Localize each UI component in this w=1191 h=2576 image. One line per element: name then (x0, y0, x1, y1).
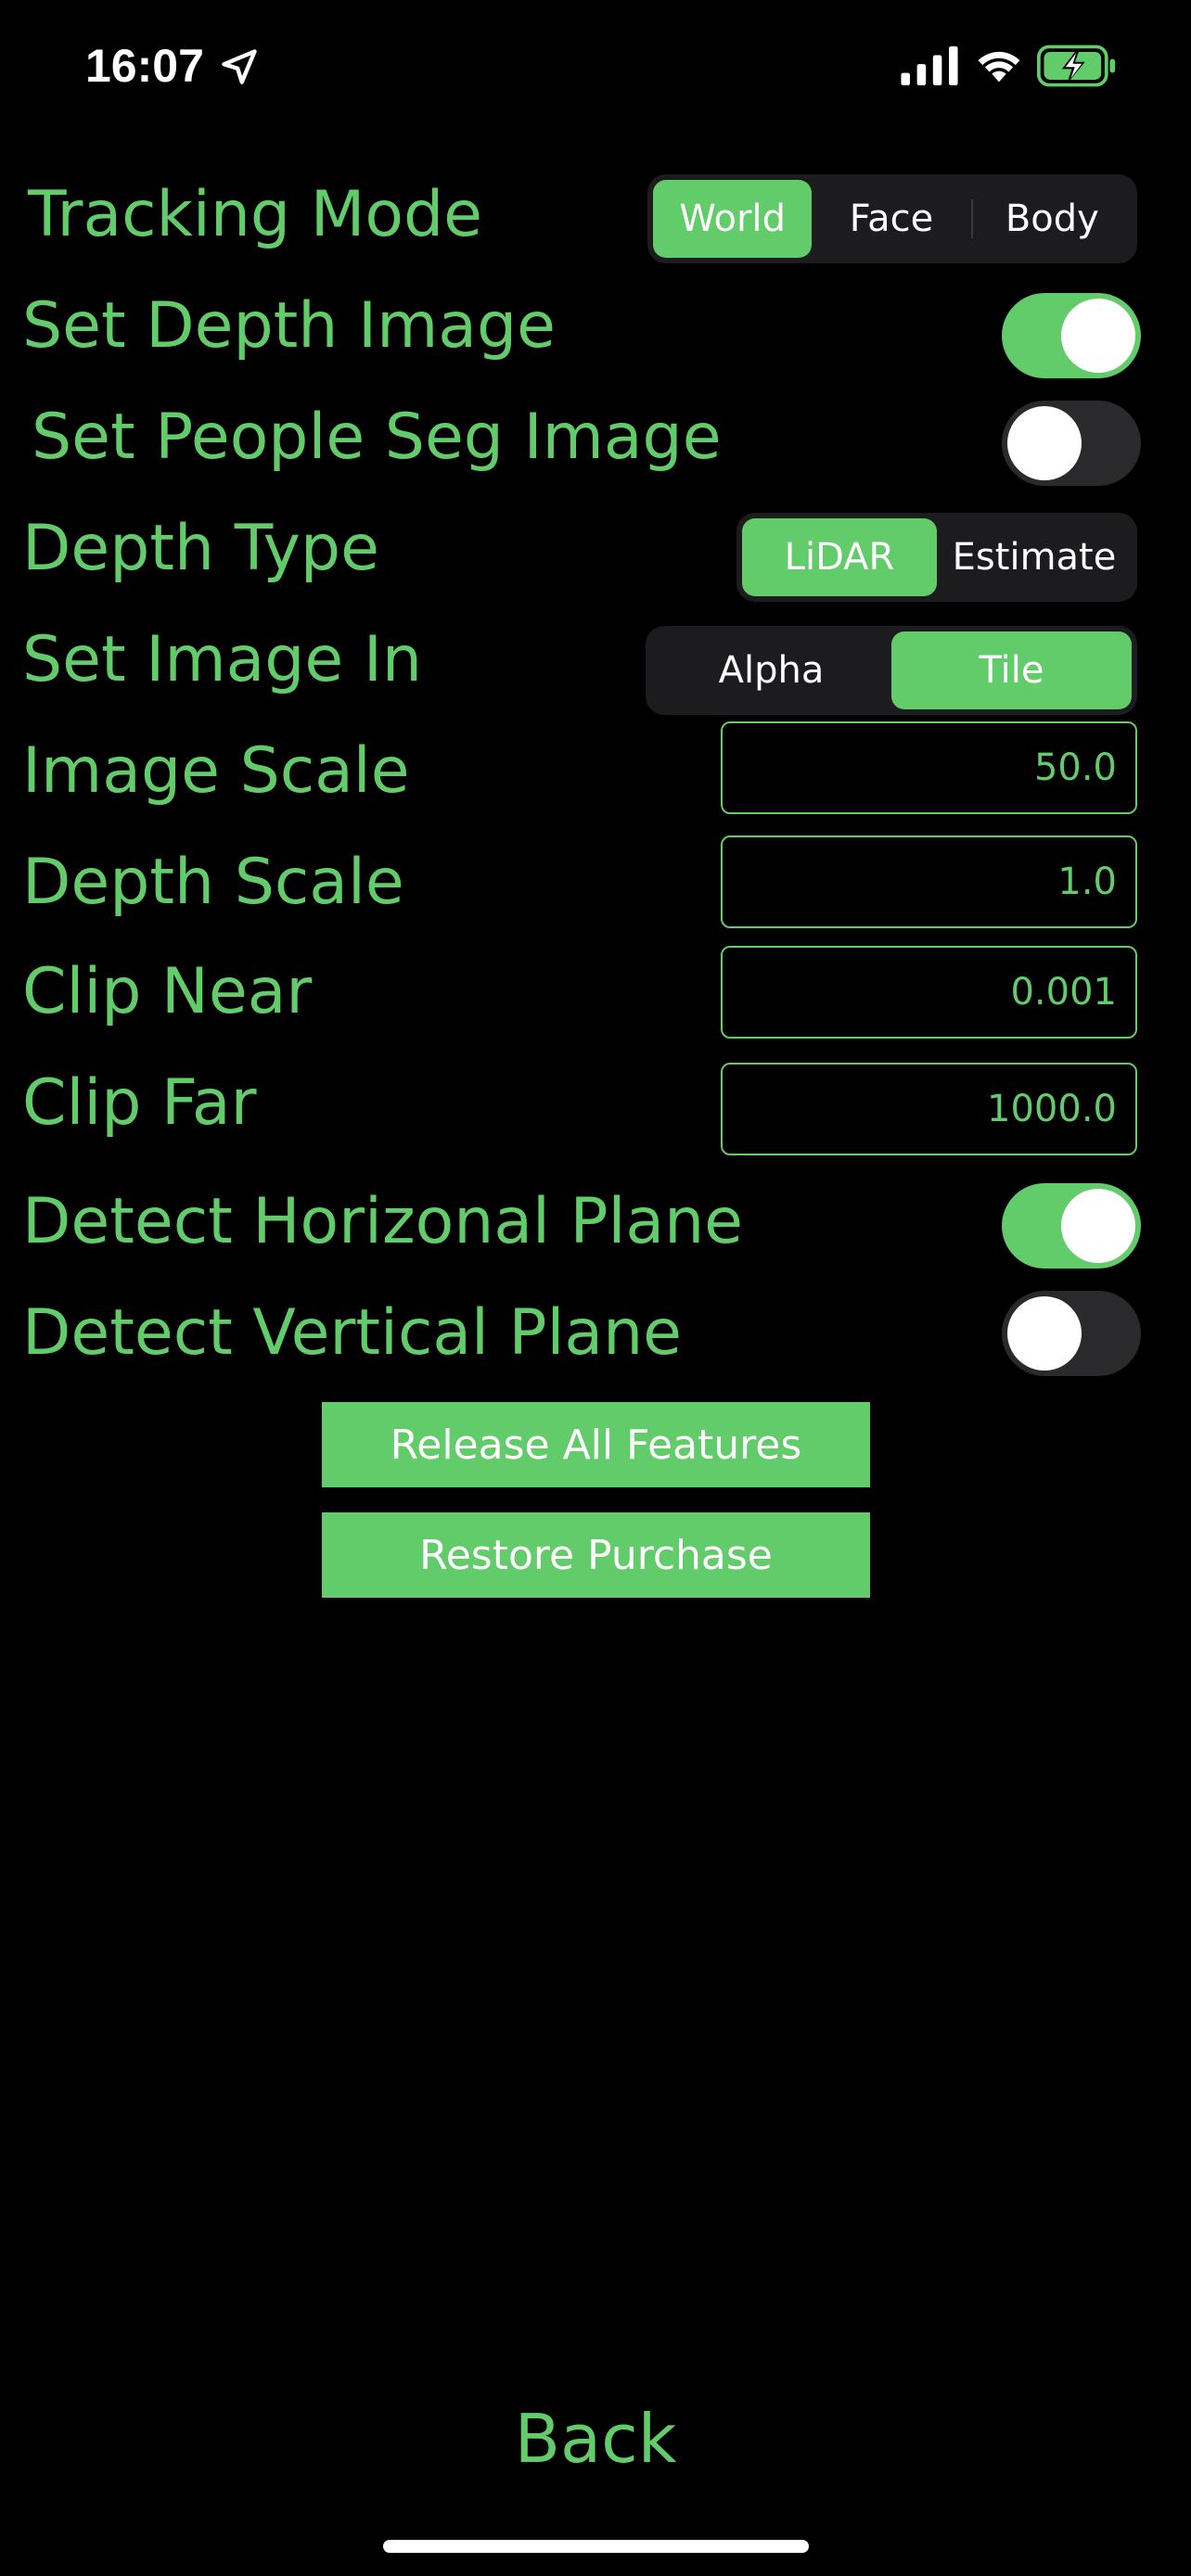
detect-vertical-plane-toggle[interactable] (1002, 1291, 1141, 1376)
set-people-seg-image-label: Set People Seg Image (32, 401, 722, 474)
detect-vertical-plane-label: Detect Vertical Plane (22, 1296, 683, 1370)
set-people-seg-image-toggle[interactable] (1002, 401, 1141, 486)
clip-far-field[interactable] (721, 1063, 1137, 1155)
set-image-in-alpha-option[interactable]: Alpha (651, 631, 891, 709)
battery-charging-icon (1037, 45, 1116, 87)
location-arrow-icon (222, 49, 257, 84)
status-time: 16:07 (85, 40, 204, 92)
set-image-in-label: Set Image In (22, 623, 423, 696)
back-button[interactable]: Back (456, 2392, 735, 2485)
toggle-knob (1007, 406, 1082, 480)
toggle-knob (1061, 299, 1135, 373)
set-depth-image-label: Set Depth Image (22, 289, 556, 363)
home-indicator (383, 2540, 809, 2553)
depth-type-segmented-control[interactable]: LiDAR Estimate (736, 513, 1137, 602)
tracking-mode-label: Tracking Mode (28, 178, 482, 251)
set-image-in-tile-option[interactable]: Tile (891, 631, 1132, 709)
tracking-mode-face-option[interactable]: Face (812, 180, 970, 258)
clip-near-label: Clip Near (22, 955, 313, 1028)
cellular-signal-icon (901, 46, 958, 85)
detect-horizontal-plane-toggle[interactable] (1002, 1183, 1141, 1269)
depth-type-lidar-option[interactable]: LiDAR (742, 518, 937, 596)
toggle-knob (1061, 1189, 1135, 1263)
clip-near-field[interactable] (721, 946, 1137, 1039)
set-depth-image-toggle[interactable] (1002, 293, 1141, 378)
set-image-in-segmented-control[interactable]: Alpha Tile (646, 626, 1137, 715)
image-scale-field[interactable] (721, 721, 1137, 814)
wifi-icon (978, 51, 1020, 83)
status-bar: 16:07 (0, 0, 1191, 130)
restore-purchase-button[interactable]: Restore Purchase (322, 1512, 870, 1598)
toggle-knob (1007, 1296, 1082, 1371)
depth-scale-label: Depth Scale (22, 846, 404, 919)
tracking-mode-body-option[interactable]: Body (973, 180, 1132, 258)
clip-far-label: Clip Far (22, 1066, 257, 1140)
depth-type-estimate-option[interactable]: Estimate (937, 518, 1132, 596)
detect-horizontal-plane-label: Detect Horizonal Plane (22, 1185, 744, 1258)
release-all-features-button[interactable]: Release All Features (322, 1402, 870, 1487)
depth-scale-field[interactable] (721, 835, 1137, 928)
image-scale-label: Image Scale (22, 734, 410, 808)
tracking-mode-segmented-control[interactable]: World Face Body (647, 174, 1137, 263)
tracking-mode-world-option[interactable]: World (653, 180, 813, 258)
depth-type-label: Depth Type (22, 512, 379, 585)
